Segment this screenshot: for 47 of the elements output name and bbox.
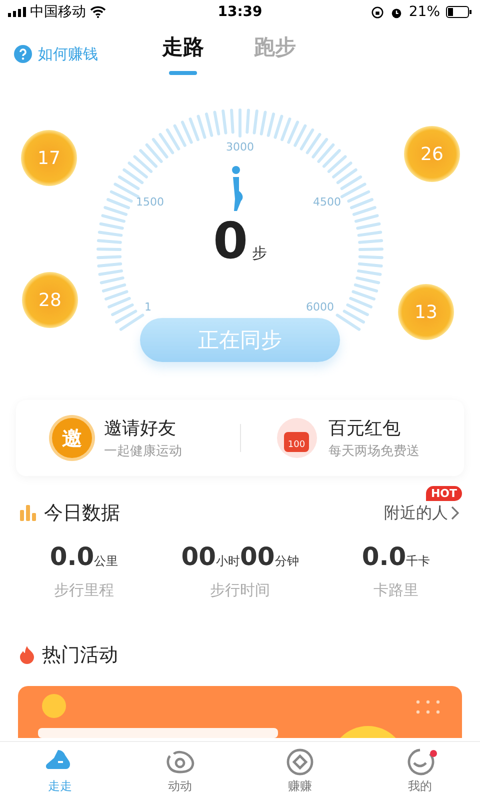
tab-bar-item[interactable]: 赚赚 bbox=[240, 742, 360, 800]
tab-bar-item[interactable]: 走走 bbox=[0, 742, 120, 800]
stat-value: 0.0公里 bbox=[50, 542, 118, 571]
stat-value: 00小时00分钟 bbox=[181, 542, 299, 571]
battery-icon bbox=[446, 6, 472, 18]
carrier-name: 中国移动 bbox=[30, 3, 86, 21]
hot-badge: HOT bbox=[426, 486, 462, 501]
promo-title[interactable]: 邀请好友 bbox=[104, 416, 182, 440]
promo-title[interactable]: 百元红包 bbox=[328, 416, 420, 440]
mode-tab[interactable]: 走路 bbox=[162, 33, 204, 75]
coin-bubble[interactable]: 28 bbox=[22, 272, 78, 328]
promo-subtitle: 一起健康运动 bbox=[104, 443, 182, 460]
coin-bubble[interactable]: 13 bbox=[398, 284, 454, 340]
coin-bubble[interactable]: 26 bbox=[404, 126, 460, 182]
rotation-lock-icon bbox=[370, 6, 384, 18]
stat-label: 卡路里 bbox=[374, 581, 418, 600]
chevron-right-icon bbox=[450, 505, 460, 521]
step-unit: 步 bbox=[252, 244, 267, 263]
coin-bubble[interactable]: 17 bbox=[21, 130, 77, 186]
sync-button[interactable]: 正在同步 bbox=[140, 318, 340, 362]
step-count: 0 bbox=[213, 212, 248, 270]
tab-bar-item[interactable]: 动动 bbox=[120, 742, 240, 800]
mode-tab[interactable]: 跑步 bbox=[254, 33, 296, 75]
tab-bar-item[interactable]: 我的 bbox=[360, 742, 480, 800]
flame-icon bbox=[20, 646, 34, 664]
scale-label: 1500 bbox=[136, 196, 164, 208]
promo-subtitle: 每天两场免费送 bbox=[328, 443, 420, 460]
gift-packet-badge: 100 bbox=[276, 418, 316, 458]
section-title: 今日数据 bbox=[44, 501, 121, 526]
stat-value: 0.0千卡 bbox=[362, 542, 430, 571]
wifi-icon bbox=[90, 6, 106, 18]
help-link[interactable]: 如何赚钱 bbox=[14, 44, 144, 64]
bar-chart-icon bbox=[20, 505, 36, 521]
stat-label: 步行时间 bbox=[210, 581, 270, 600]
nearby-link[interactable]: 附近的人 bbox=[384, 502, 460, 524]
scale-label: 6000 bbox=[306, 300, 334, 314]
section-title: 热门活动 bbox=[42, 643, 119, 668]
coin-icon bbox=[284, 748, 316, 776]
scale-label: 1 bbox=[144, 300, 152, 314]
stat-label: 步行里程 bbox=[54, 581, 114, 600]
scale-label: 3000 bbox=[226, 140, 254, 154]
battery-percent: 21% bbox=[408, 4, 440, 20]
invite-badge: 邀 bbox=[52, 418, 92, 458]
help-icon bbox=[14, 45, 32, 63]
signal-icon bbox=[8, 7, 26, 17]
scale-label: 4500 bbox=[313, 196, 341, 208]
clock-time: 13:39 bbox=[218, 4, 262, 20]
